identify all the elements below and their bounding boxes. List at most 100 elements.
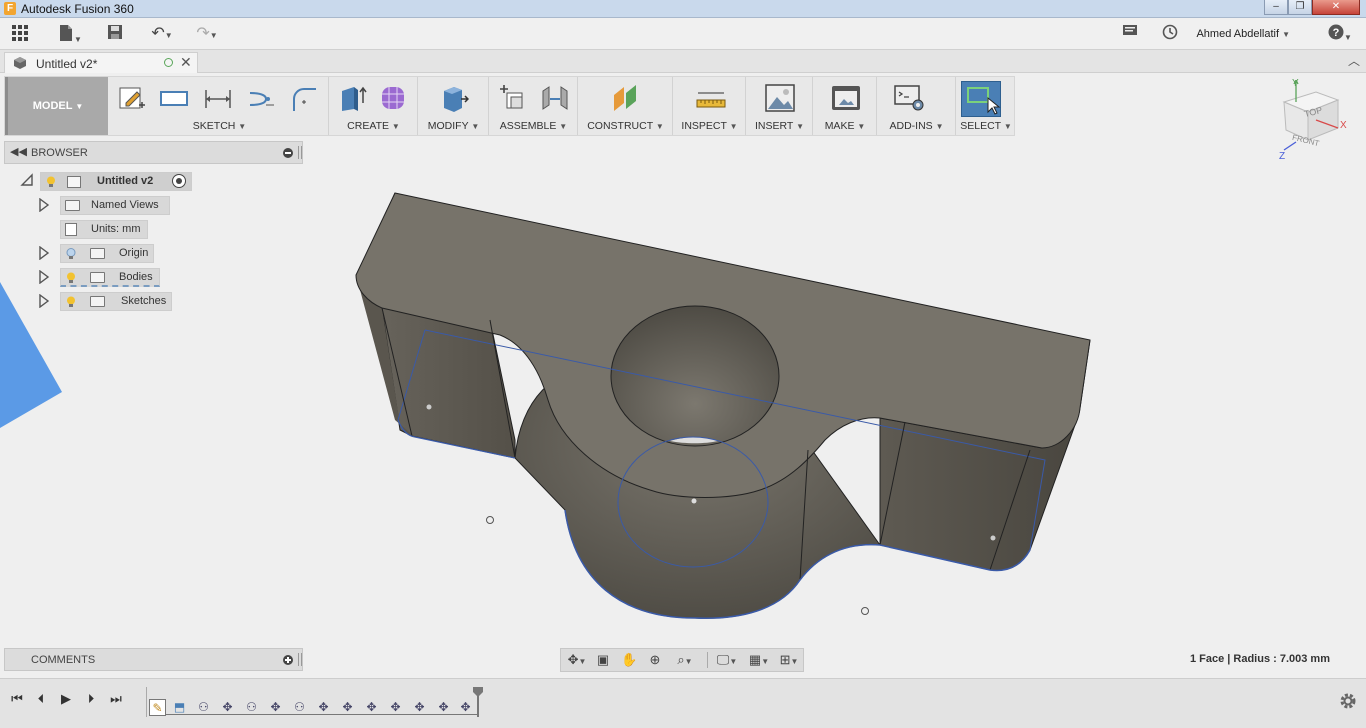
comments-resize-handle-icon[interactable]: [298, 653, 302, 666]
fit-zoom-icon[interactable]: ⌕▼: [671, 652, 699, 668]
visibility-bulb-icon[interactable]: [66, 272, 76, 284]
history-clock-icon[interactable]: [1159, 24, 1181, 44]
select-tool-icon[interactable]: [961, 81, 1001, 117]
go-to-start-icon[interactable]: ⏮: [9, 691, 25, 707]
pan-hand-icon[interactable]: ✋: [621, 652, 637, 668]
go-to-end-icon[interactable]: ⏭: [108, 691, 124, 707]
tree-item-sketches[interactable]: Sketches: [38, 292, 198, 311]
sketches-node[interactable]: Sketches: [60, 292, 172, 311]
redo-icon[interactable]: ↷▼: [190, 24, 224, 44]
sketch-menu[interactable]: SKETCH ▼: [111, 120, 328, 132]
browser-panel-header[interactable]: ◀◀ BROWSER: [4, 141, 303, 164]
save-icon[interactable]: [104, 24, 126, 44]
joint-icon[interactable]: [540, 83, 570, 113]
insert-image-icon[interactable]: [765, 83, 795, 113]
add-comment-icon[interactable]: [283, 655, 293, 665]
units-node[interactable]: Units: mm: [60, 220, 148, 239]
timeline-move-feature-icon[interactable]: ✥: [315, 699, 332, 716]
make-menu[interactable]: MAKE ▼: [814, 120, 876, 132]
sketch-dimension-icon[interactable]: [203, 83, 233, 113]
bodies-node[interactable]: Bodies: [60, 268, 160, 287]
named-views-node[interactable]: Named Views: [60, 196, 170, 215]
3d-print-icon[interactable]: [831, 83, 861, 113]
timeline-joint-feature-icon[interactable]: ⚇: [291, 699, 308, 716]
create-sketch-icon[interactable]: [117, 83, 147, 113]
collapsed-triangle-icon[interactable]: [38, 245, 50, 263]
comments-panel-header[interactable]: COMMENTS: [4, 648, 303, 671]
form-create-icon[interactable]: [378, 83, 408, 113]
grid-settings-icon[interactable]: ▦▼: [745, 652, 773, 668]
offset-plane-icon[interactable]: [611, 83, 641, 113]
minimize-button[interactable]: ‒: [1264, 0, 1288, 15]
timeline-move-feature-icon[interactable]: ✥: [339, 699, 356, 716]
new-component-icon[interactable]: [498, 83, 528, 113]
collapse-browser-icon[interactable]: ◀◀: [10, 145, 27, 158]
collapsed-triangle-icon[interactable]: [38, 269, 50, 287]
timeline-joint-feature-icon[interactable]: ⚇: [243, 699, 260, 716]
close-tab-icon[interactable]: ✕: [180, 54, 192, 71]
scripts-addins-icon[interactable]: [894, 83, 924, 113]
timeline-move-feature-icon[interactable]: ✥: [411, 699, 428, 716]
tree-root-item[interactable]: Untitled v2: [40, 172, 192, 191]
timeline-move-feature-icon[interactable]: ✥: [267, 699, 284, 716]
collapsed-triangle-icon[interactable]: [38, 197, 50, 215]
look-at-icon[interactable]: ▣: [595, 652, 611, 668]
timeline-move-feature-icon[interactable]: ✥: [219, 699, 236, 716]
timeline-move-feature-icon[interactable]: ✥: [435, 699, 452, 716]
user-account-menu[interactable]: Ahmed Abdellatif ▼: [1196, 28, 1290, 40]
fillet-sketch-icon[interactable]: [289, 83, 319, 113]
collapse-toolbar-chevron-icon[interactable]: ︿: [1348, 52, 1360, 69]
rectangle-sketch-icon[interactable]: [159, 83, 189, 113]
activate-component-icon[interactable]: [172, 174, 186, 188]
add-ins-menu[interactable]: ADD-INS ▼: [878, 120, 955, 132]
zoom-icon[interactable]: ⊕: [647, 652, 663, 668]
step-back-icon[interactable]: ⏴: [33, 691, 49, 707]
tree-root-row[interactable]: Untitled v2: [20, 172, 200, 191]
origin-node[interactable]: Origin: [60, 244, 154, 263]
create-menu[interactable]: CREATE ▼: [330, 120, 417, 132]
inspect-menu[interactable]: INSPECT ▼: [674, 120, 745, 132]
help-icon[interactable]: ? ▼: [1323, 24, 1357, 44]
document-tab[interactable]: Untitled v2* ✕: [4, 52, 198, 73]
select-menu[interactable]: SELECT ▼: [957, 120, 1015, 132]
construct-menu[interactable]: CONSTRUCT ▼: [579, 120, 672, 132]
timeline-settings-gear-icon[interactable]: [1339, 692, 1357, 713]
assemble-menu[interactable]: ASSEMBLE ▼: [490, 120, 577, 132]
workspace-switcher[interactable]: MODEL ▼: [5, 77, 108, 135]
timeline-move-feature-icon[interactable]: ✥: [363, 699, 380, 716]
press-pull-icon[interactable]: [439, 83, 470, 113]
modify-menu[interactable]: MODIFY ▼: [419, 120, 488, 132]
timeline-sketch-feature-icon[interactable]: ✎: [149, 699, 166, 716]
spline-icon[interactable]: [246, 83, 276, 113]
display-settings-icon[interactable]: 🖵▼: [713, 652, 741, 668]
timeline-extrude-feature-icon[interactable]: ⬒: [171, 699, 188, 716]
timeline-move-feature-icon[interactable]: ✥: [387, 699, 404, 716]
restore-button[interactable]: ❐: [1288, 0, 1312, 15]
step-forward-icon[interactable]: ⏵: [83, 691, 99, 707]
data-panel-grid-icon[interactable]: [9, 24, 31, 44]
extrude-icon[interactable]: [338, 83, 368, 113]
expanded-triangle-icon[interactable]: [20, 173, 34, 190]
undo-icon[interactable]: ↶▼: [145, 24, 179, 44]
tree-item-named-views[interactable]: Named Views: [38, 196, 198, 215]
close-window-button[interactable]: ✕: [1312, 0, 1360, 15]
collapsed-triangle-icon[interactable]: [38, 293, 50, 311]
viewcube[interactable]: TOP FRONT X Y Z: [1276, 78, 1354, 164]
hidden-bulb-icon[interactable]: [66, 248, 76, 260]
browser-minimize-icon[interactable]: [283, 148, 293, 158]
visibility-bulb-icon[interactable]: [66, 296, 76, 308]
timeline-marker[interactable]: [473, 687, 483, 717]
browser-resize-handle-icon[interactable]: [298, 146, 302, 159]
tree-item-bodies[interactable]: Bodies: [38, 268, 198, 287]
play-icon[interactable]: ▶: [58, 691, 74, 707]
viewports-icon[interactable]: ⊞▼: [775, 652, 803, 668]
measure-icon[interactable]: [696, 83, 726, 113]
file-menu-icon[interactable]: ▼: [55, 24, 85, 44]
visibility-bulb-icon[interactable]: [46, 176, 56, 188]
timeline-joint-feature-icon[interactable]: ⚇: [195, 699, 212, 716]
tree-item-units[interactable]: Units: mm: [38, 220, 198, 239]
timeline-move-feature-icon[interactable]: ✥: [457, 699, 474, 716]
orbit-icon[interactable]: ✥▼: [564, 652, 590, 668]
insert-menu[interactable]: INSERT ▼: [747, 120, 812, 132]
job-status-icon[interactable]: [1119, 24, 1141, 44]
